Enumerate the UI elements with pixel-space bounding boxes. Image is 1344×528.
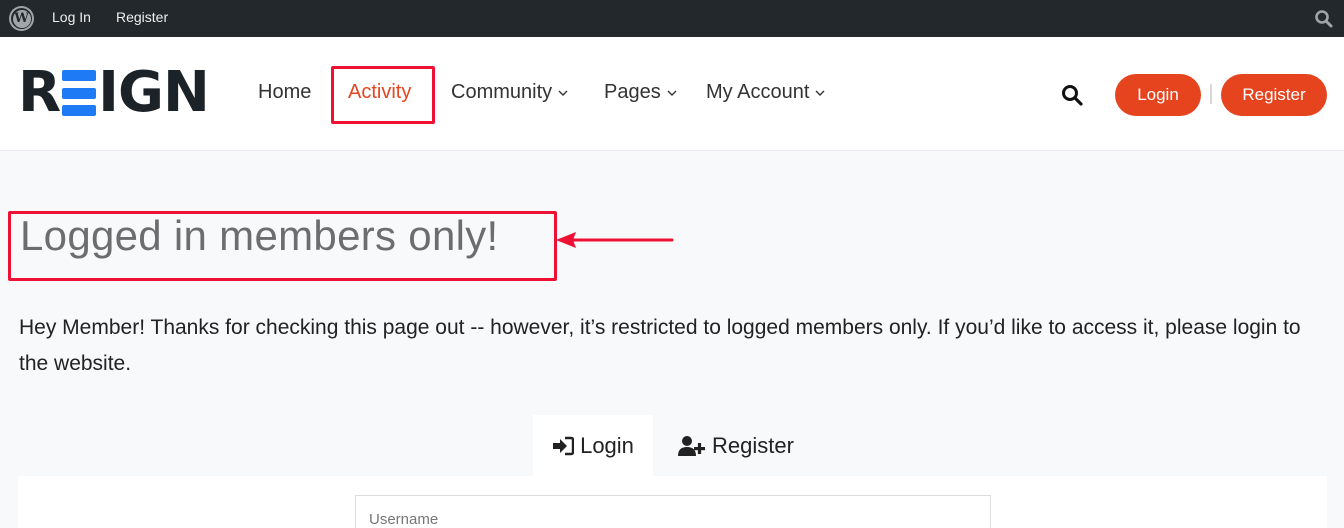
register-button[interactable]: Register bbox=[1221, 74, 1327, 116]
nav-home[interactable]: Home bbox=[258, 81, 311, 104]
tab-label: Login bbox=[580, 433, 634, 458]
wordpress-icon[interactable]: W bbox=[9, 6, 34, 31]
tab-login[interactable]: Login bbox=[533, 415, 653, 477]
nav-label: Home bbox=[258, 81, 312, 103]
chevron-down-icon bbox=[815, 90, 825, 96]
site-header: R I G N Home Activity Community Pages My… bbox=[0, 37, 1344, 151]
user-plus-icon bbox=[678, 436, 706, 456]
annotation-highlight-box bbox=[331, 66, 435, 124]
button-divider bbox=[1210, 84, 1212, 104]
chevron-down-icon bbox=[667, 90, 677, 96]
site-logo[interactable]: R I G N bbox=[18, 60, 210, 125]
login-button[interactable]: Login bbox=[1115, 74, 1201, 116]
nav-label: Community bbox=[451, 81, 553, 103]
tab-register[interactable]: Register bbox=[666, 415, 806, 477]
logo-letter: N bbox=[162, 60, 210, 125]
nav-pages[interactable]: Pages bbox=[604, 81, 677, 104]
annotation-arrow-icon bbox=[556, 232, 674, 248]
search-icon[interactable] bbox=[1060, 83, 1084, 107]
chevron-down-icon bbox=[558, 90, 568, 96]
username-input[interactable]: Username bbox=[355, 495, 991, 528]
nav-my-account[interactable]: My Account bbox=[706, 81, 825, 104]
sign-in-icon bbox=[553, 436, 575, 456]
nav-community[interactable]: Community bbox=[451, 81, 568, 104]
admin-login-link[interactable]: Log In bbox=[52, 9, 91, 25]
restricted-message: Hey Member! Thanks for checking this pag… bbox=[19, 316, 1301, 375]
admin-register-link[interactable]: Register bbox=[116, 9, 168, 25]
admin-bar: W Log In Register bbox=[0, 0, 1344, 37]
logo-letter: G bbox=[117, 60, 164, 125]
tab-label: Register bbox=[712, 433, 794, 458]
logo-letter: I bbox=[98, 60, 119, 125]
logo-letter: R bbox=[18, 60, 61, 125]
search-icon[interactable] bbox=[1314, 9, 1334, 29]
annotation-highlight-box bbox=[8, 211, 557, 281]
nav-label: Pages bbox=[604, 81, 661, 103]
logo-e-mark bbox=[62, 70, 97, 116]
nav-label: My Account bbox=[706, 81, 810, 103]
